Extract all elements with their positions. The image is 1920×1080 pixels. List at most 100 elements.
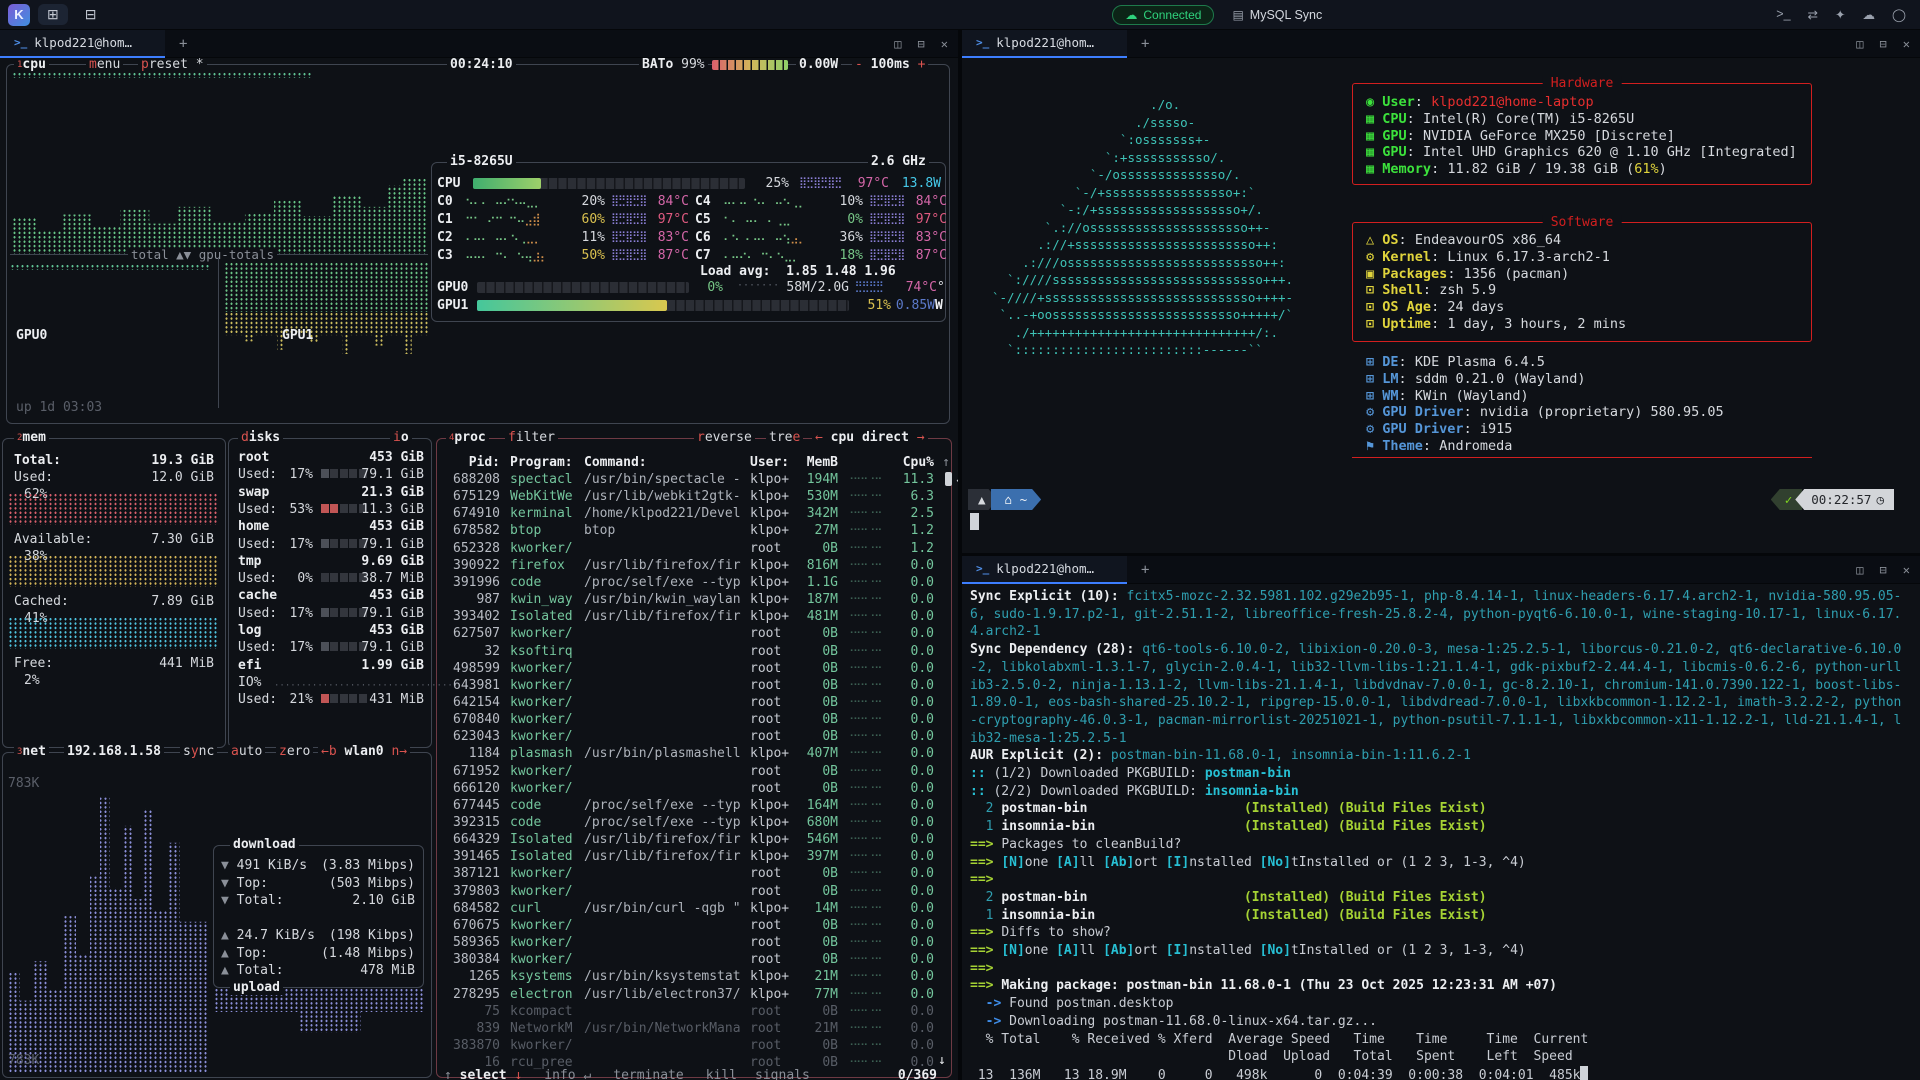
process-row[interactable]: 1184plasmash/usr/bin/plasmashellklpo+407… bbox=[436, 745, 950, 762]
process-row[interactable]: 684582curl/usr/bin/curl -qgb "klpo+14M⠐⠒… bbox=[436, 900, 950, 917]
cpu-core-row: C5⠂⠄ ⠤⠄ ⠄⢀⣀0%⣿⣛⣿⣛⣿97°C bbox=[695, 212, 947, 228]
circle-icon[interactable]: ◯ bbox=[1892, 7, 1906, 22]
net-auto-button[interactable]: auto bbox=[228, 745, 265, 759]
process-row[interactable]: 391996code/proc/self/exe --typklpo+1.1G⠐… bbox=[436, 574, 950, 591]
cpu-freq-label: 2.6 GHz bbox=[868, 155, 929, 169]
process-row[interactable]: 278295electron/usr/lib/electron37/klpo+7… bbox=[436, 986, 950, 1003]
process-row[interactable]: 642154kworker/root0B⠐⠒⠒⠐⠒0.0 bbox=[436, 694, 950, 711]
left-tab[interactable]: >_ klpod221@hom… bbox=[0, 30, 165, 58]
net-box-title[interactable]: 3net bbox=[14, 745, 49, 759]
scroll-down-icon[interactable]: ↓ bbox=[938, 1053, 946, 1068]
grid-layout-icon[interactable]: ⊞ bbox=[38, 4, 68, 25]
process-row[interactable]: 390922firefox/usr/lib/firefox/firklpo+81… bbox=[436, 557, 950, 574]
split-vertical-icon[interactable]: ◫ bbox=[894, 37, 901, 51]
process-row[interactable]: 670840kworker/root0B⠐⠒⠒⠐⠒0.0 bbox=[436, 711, 950, 728]
split-layout-icon[interactable]: ⊟ bbox=[76, 4, 106, 25]
process-row[interactable]: 688208spectacl/usr/bin/spectacle -klpo+1… bbox=[436, 471, 950, 488]
reverse-button[interactable]: reverse bbox=[694, 431, 755, 445]
process-row[interactable]: 589365kworker/root0B⠐⠒⠒⠐⠒0.0 bbox=[436, 934, 950, 951]
process-row[interactable]: 498599kworker/root0B⠐⠒⠒⠐⠒0.0 bbox=[436, 660, 950, 677]
net-iface-switcher[interactable]: ←b wlan0 n→ bbox=[318, 745, 410, 759]
process-row[interactable]: 1265ksystems/usr/bin/ksystemstatklpo+21M… bbox=[436, 968, 950, 985]
process-row[interactable]: 670675kworker/root0B⠐⠒⠒⠐⠒0.0 bbox=[436, 917, 950, 934]
split-vertical-icon[interactable]: ◫ bbox=[1856, 563, 1863, 577]
terminal-line: 1 insomnia-bin (Installed) (Build Files … bbox=[970, 907, 1918, 925]
system-row: ⊞ WM: KWin (Wayland) bbox=[1366, 388, 1529, 404]
disks-box-title[interactable]: disks bbox=[238, 431, 283, 445]
theme-icon: ⚑ bbox=[1366, 438, 1374, 454]
process-row[interactable]: 678582btopbtopklpo+27M⠐⠒⠒⠐⠒1.2 bbox=[436, 522, 950, 539]
process-row[interactable]: 987kwin_way/usr/bin/kwin_waylanklpo+187M… bbox=[436, 591, 950, 608]
update-interval[interactable]: - 100ms + bbox=[852, 58, 928, 72]
terminal-line: ==> [N]one [A]ll [Ab]ort [I]nstalled [No… bbox=[970, 942, 1918, 960]
net-sync-button[interactable]: sync bbox=[180, 745, 217, 759]
process-row[interactable]: 391465Isolated/usr/lib/firefox/firklpo+3… bbox=[436, 848, 950, 865]
de-icon: ⊞ bbox=[1366, 354, 1374, 370]
mem-box-title[interactable]: 2mem bbox=[14, 431, 49, 445]
split-horizontal-icon[interactable]: ⊟ bbox=[1880, 37, 1887, 51]
net-ip-label: 192.168.1.58 bbox=[64, 745, 164, 759]
process-row[interactable]: 677445code/proc/self/exe --typklpo+164M⠐… bbox=[436, 797, 950, 814]
key-icon[interactable]: ✦ bbox=[1835, 7, 1845, 22]
close-pane-icon[interactable]: ✕ bbox=[1903, 563, 1910, 577]
connected-label: Connected bbox=[1143, 8, 1201, 22]
cpu-core-row: C1⠒⠂ ⠔⠒ ⠒⠤⣠⣾60%⣿⣛⣿⣛⣿97°C bbox=[437, 212, 689, 228]
sort-selector[interactable]: ← cpu direct → bbox=[812, 431, 928, 445]
download-stat-row: ▼ Total:2.10 GiB bbox=[221, 893, 417, 908]
terminal-line: Sync Explicit (10): fcitx5-mozc-2.32.598… bbox=[970, 588, 1918, 606]
new-tab-button[interactable]: + bbox=[1141, 562, 1149, 578]
process-row[interactable]: 623043kworker/root0B⠐⠒⠒⠐⠒0.0 bbox=[436, 728, 950, 745]
process-row[interactable]: 393402Isolated/usr/lib/firefox/firklpo+4… bbox=[436, 608, 950, 625]
split-vertical-icon[interactable]: ◫ bbox=[1856, 37, 1863, 51]
cpu-core-row: C6⠄⠢ ⠄⠤⠄ ⠤⢢⣠⡀36%⣿⣛⣿⣛⣿83°C bbox=[695, 230, 947, 246]
clock: 00:24:10 bbox=[447, 58, 516, 72]
new-tab-button[interactable]: + bbox=[1141, 36, 1149, 52]
terminal-line: ==> Making package: postman-bin 11.68.0-… bbox=[970, 977, 1918, 995]
preset-button[interactable]: preset * bbox=[138, 58, 207, 72]
filter-button[interactable]: filter bbox=[505, 431, 558, 445]
download-box-title: download bbox=[230, 838, 299, 852]
disk-used-row: Used: 17% 79.1 GiB bbox=[238, 606, 426, 621]
process-row[interactable]: 380384kworker/root0B⠐⠒⠒⠐⠒0.0 bbox=[436, 951, 950, 968]
process-row[interactable]: 75kcompactroot0B⠐⠒⠒⠐⠒0.0 bbox=[436, 1003, 950, 1020]
split-horizontal-icon[interactable]: ⊟ bbox=[918, 37, 925, 51]
process-row[interactable]: 379803kworker/root0B⠐⠒⠒⠐⠒0.0 bbox=[436, 883, 950, 900]
close-pane-icon[interactable]: ✕ bbox=[1903, 37, 1910, 51]
process-row[interactable]: 675129WebKitWe/usr/lib/webkit2gtk-klpo+5… bbox=[436, 488, 950, 505]
tree-button[interactable]: tree bbox=[766, 431, 803, 445]
process-row[interactable]: 664329Isolated/usr/lib/firefox/firklpo+5… bbox=[436, 831, 950, 848]
cloud-icon[interactable]: ☁ bbox=[1863, 7, 1876, 22]
process-row[interactable]: 392315code/proc/self/exe --typklpo+680M⠐… bbox=[436, 814, 950, 831]
process-row[interactable]: 383870kworker/root0B⠐⠒⠒⠐⠒0.0 bbox=[436, 1037, 950, 1054]
right-bottom-tab[interactable]: >_ klpod221@hom… bbox=[962, 556, 1127, 584]
process-row[interactable]: 671952kworker/root0B⠐⠒⠒⠐⠒0.0 bbox=[436, 763, 950, 780]
terminal-icon[interactable]: >_ bbox=[1776, 7, 1790, 22]
app-logo-icon[interactable]: K bbox=[8, 4, 30, 26]
process-row[interactable]: 627507kworker/root0B⠐⠒⠒⠐⠒0.0 bbox=[436, 625, 950, 642]
process-row[interactable]: 839NetworkM/usr/bin/NetworkManaroot21M⠐⠒… bbox=[436, 1020, 950, 1037]
packages-icon: ▣ bbox=[1366, 266, 1374, 282]
right-top-tab[interactable]: >_ klpod221@hom… bbox=[962, 30, 1127, 58]
new-tab-button[interactable]: + bbox=[179, 36, 187, 52]
sync-icon[interactable]: ⇄ bbox=[1808, 7, 1818, 22]
process-row[interactable]: 666120kworker/root0B⠐⠒⠒⠐⠒0.0 bbox=[436, 780, 950, 797]
mysql-sync-button[interactable]: ▤ MySQL Sync bbox=[1232, 8, 1322, 22]
cpu-box-title[interactable]: 1cpu bbox=[14, 58, 49, 72]
split-horizontal-icon[interactable]: ⊟ bbox=[1880, 563, 1887, 577]
process-row[interactable]: 643981kworker/root0B⠐⠒⠒⠐⠒0.0 bbox=[436, 677, 950, 694]
process-row[interactable]: 674910kerminal/home/klpod221/Develklpo+3… bbox=[436, 505, 950, 522]
proc-box-title[interactable]: 4proc bbox=[446, 431, 489, 445]
io-toggle[interactable]: io bbox=[390, 431, 412, 445]
process-row[interactable]: 652328kworker/root0B⠐⠒⠒⠐⠒1.2 bbox=[436, 540, 950, 557]
net-zero-button[interactable]: zero bbox=[276, 745, 313, 759]
lm-icon: ⊞ bbox=[1366, 371, 1374, 387]
gpu0-graph bbox=[10, 264, 210, 270]
process-row[interactable]: 387121kworker/root0B⠐⠒⠒⠐⠒0.0 bbox=[436, 865, 950, 882]
process-row[interactable]: 32ksoftirqroot0B⠐⠒⠒⠐⠒0.0 bbox=[436, 643, 950, 660]
menu-button[interactable]: menu bbox=[86, 58, 123, 72]
battery-label: BATo 99% bbox=[639, 58, 708, 72]
graph-mode-label[interactable]: total ▲▼ gpu-totals bbox=[128, 248, 277, 262]
close-pane-icon[interactable]: ✕ bbox=[941, 37, 948, 51]
disk-name-row: swap21.3 GiB bbox=[238, 485, 426, 500]
uptime-label: up 1d 03:03 bbox=[16, 400, 102, 415]
